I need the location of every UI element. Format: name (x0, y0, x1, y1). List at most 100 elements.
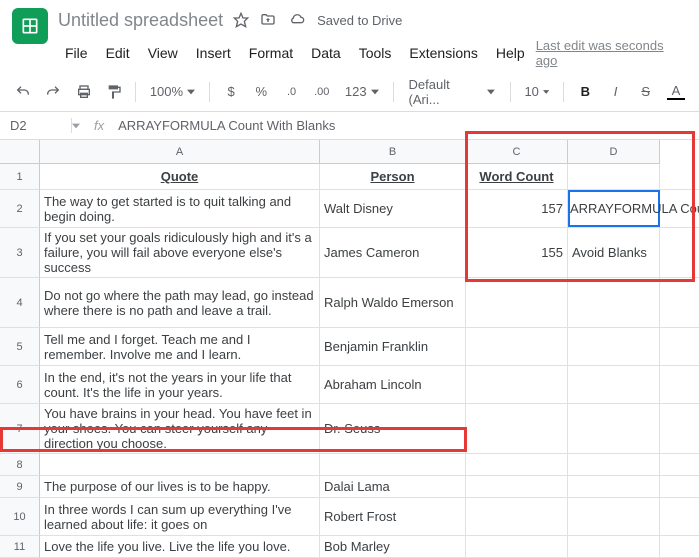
selected-cell[interactable]: ARRAYFORMULA Count With Blanks (568, 190, 660, 227)
sheets-icon (20, 16, 40, 36)
menu-bar: File Edit View Insert Format Data Tools … (58, 38, 687, 68)
cell[interactable]: Quote (40, 164, 320, 189)
italic-button[interactable]: I (602, 78, 628, 106)
strikethrough-button[interactable]: S (633, 78, 659, 106)
cell[interactable] (466, 476, 568, 497)
row-header[interactable]: 4 (0, 278, 40, 328)
cell[interactable] (568, 278, 660, 327)
menu-format[interactable]: Format (242, 41, 300, 65)
star-icon[interactable] (233, 12, 249, 28)
cell[interactable] (568, 498, 660, 535)
row-header[interactable]: 6 (0, 366, 40, 404)
menu-data[interactable]: Data (304, 41, 348, 65)
cell[interactable] (568, 164, 660, 189)
cloud-saved-icon[interactable] (287, 12, 307, 28)
decrease-decimal-button[interactable]: .0 (278, 78, 304, 106)
row-header[interactable]: 9 (0, 476, 40, 498)
cell[interactable]: Benjamin Franklin (320, 328, 466, 365)
cell[interactable] (466, 278, 568, 327)
cell[interactable]: Word Count (466, 164, 568, 189)
print-button[interactable] (70, 78, 96, 106)
move-to-folder-icon[interactable] (259, 12, 277, 28)
cell[interactable]: You have brains in your head. You have f… (40, 404, 320, 453)
row-header[interactable]: 10 (0, 498, 40, 536)
cell-reference[interactable]: D2 (10, 118, 72, 133)
cell[interactable] (466, 536, 568, 557)
separator (393, 82, 394, 102)
increase-decimal-button[interactable]: .00 (309, 78, 335, 106)
row-header[interactable]: 8 (0, 454, 40, 476)
cell[interactable]: The purpose of our lives is to be happy. (40, 476, 320, 497)
cell[interactable]: Walt Disney (320, 190, 466, 227)
row-header[interactable]: 3 (0, 228, 40, 278)
cell[interactable]: 157 (466, 190, 568, 227)
cell[interactable] (568, 404, 660, 453)
cell[interactable]: If you set your goals ridiculously high … (40, 228, 320, 277)
menu-edit[interactable]: Edit (99, 41, 137, 65)
row-header[interactable]: 2 (0, 190, 40, 228)
cell[interactable]: Avoid Blanks (568, 228, 660, 277)
cell[interactable] (466, 454, 568, 475)
last-edit-link[interactable]: Last edit was seconds ago (536, 38, 687, 68)
cell[interactable] (466, 498, 568, 535)
cell[interactable] (320, 454, 466, 475)
separator (209, 82, 210, 102)
row-header[interactable]: 11 (0, 536, 40, 558)
cell[interactable]: Person (320, 164, 466, 189)
cell[interactable] (568, 328, 660, 365)
doc-title[interactable]: Untitled spreadsheet (58, 10, 223, 31)
zoom-select[interactable]: 100% (144, 79, 201, 105)
col-header-a[interactable]: A (40, 140, 320, 164)
cell[interactable]: Robert Frost (320, 498, 466, 535)
col-header-b[interactable]: B (320, 140, 466, 164)
cell[interactable] (466, 366, 568, 403)
cell[interactable]: James Cameron (320, 228, 466, 277)
cell[interactable]: 155 (466, 228, 568, 277)
row-header[interactable]: 7 (0, 404, 40, 454)
cell[interactable]: Do not go where the path may lead, go in… (40, 278, 320, 327)
chevron-down-icon[interactable] (72, 122, 80, 130)
sheets-logo[interactable] (12, 8, 48, 44)
more-formats-select[interactable]: 123 (339, 79, 385, 105)
cell[interactable] (466, 404, 568, 453)
menu-file[interactable]: File (58, 41, 95, 65)
currency-button[interactable]: $ (218, 78, 244, 106)
menu-tools[interactable]: Tools (352, 41, 399, 65)
font-select[interactable]: Default (Ari... (402, 79, 502, 105)
toolbar: 100% $ % .0 .00 123 Default (Ari... 10 B… (0, 72, 699, 112)
cell[interactable]: Bob Marley (320, 536, 466, 557)
row-header[interactable]: 5 (0, 328, 40, 366)
font-size-select[interactable]: 10 (518, 79, 555, 105)
menu-view[interactable]: View (141, 41, 185, 65)
col-header-d[interactable]: D (568, 140, 660, 164)
cell[interactable] (40, 454, 320, 475)
cell[interactable]: Love the life you live. Live the life yo… (40, 536, 320, 557)
select-all-corner[interactable] (0, 140, 40, 164)
cell[interactable]: Dr. Seuss (320, 404, 466, 453)
fx-label: fx (80, 118, 118, 133)
cell[interactable] (568, 454, 660, 475)
menu-extensions[interactable]: Extensions (402, 41, 484, 65)
cell[interactable]: Dalai Lama (320, 476, 466, 497)
cell[interactable]: Ralph Waldo Emerson (320, 278, 466, 327)
cell[interactable]: Abraham Lincoln (320, 366, 466, 403)
bold-button[interactable]: B (572, 78, 598, 106)
undo-button[interactable] (10, 78, 36, 106)
menu-insert[interactable]: Insert (189, 41, 238, 65)
menu-help[interactable]: Help (489, 41, 532, 65)
paint-format-button[interactable] (101, 78, 127, 106)
cell[interactable] (568, 366, 660, 403)
cell[interactable]: In three words I can sum up everything I… (40, 498, 320, 535)
percent-button[interactable]: % (248, 78, 274, 106)
formula-content[interactable]: ARRAYFORMULA Count With Blanks (118, 118, 335, 133)
cell[interactable] (466, 328, 568, 365)
row-header[interactable]: 1 (0, 164, 40, 190)
text-color-button[interactable]: A (663, 78, 689, 106)
cell[interactable] (568, 476, 660, 497)
cell[interactable]: The way to get started is to quit talkin… (40, 190, 320, 227)
cell[interactable]: In the end, it's not the years in your l… (40, 366, 320, 403)
cell[interactable] (568, 536, 660, 557)
redo-button[interactable] (40, 78, 66, 106)
cell[interactable]: Tell me and I forget. Teach me and I rem… (40, 328, 320, 365)
col-header-c[interactable]: C (466, 140, 568, 164)
